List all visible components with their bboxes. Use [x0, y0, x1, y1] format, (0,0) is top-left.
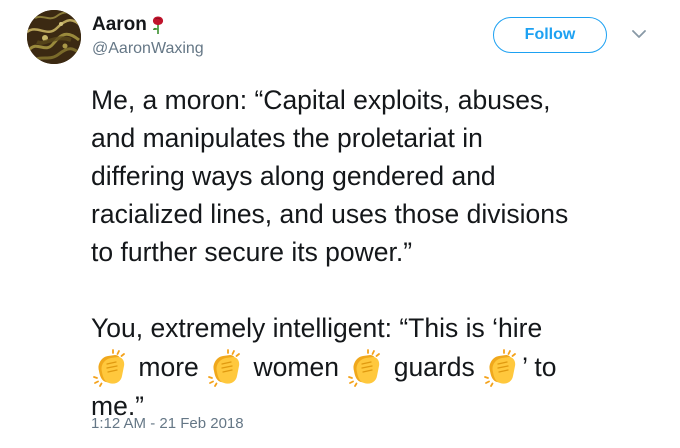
tweet-card: Aaron @AaronWaxing Follow Me, a moron: “…: [0, 0, 680, 448]
tweet-line: racialized lines, and uses those divisio…: [91, 199, 569, 229]
clapping-hands-icon: [348, 349, 381, 387]
tweet-word: guards: [393, 352, 475, 382]
paragraph-break: [91, 271, 671, 309]
follow-button[interactable]: Follow: [493, 17, 607, 53]
avatar-image: [27, 10, 81, 64]
user-handle[interactable]: @AaronWaxing: [92, 39, 204, 59]
tweet-word: women: [253, 352, 339, 382]
chevron-down-icon[interactable]: [631, 28, 647, 40]
tweet-word: ’ to: [522, 352, 557, 382]
tweet-line: You, extremely intelligent: “This is ‘hi…: [91, 313, 543, 343]
tweet-line: to further secure its power.”: [91, 237, 413, 267]
clapping-hands-icon: [93, 349, 125, 387]
clapping-hands-icon: [484, 349, 517, 387]
user-name-text: Aaron: [92, 14, 147, 35]
rose-icon: [152, 16, 163, 34]
tweet-text: Me, a moron: “Capital exploits, abuses, …: [91, 81, 671, 425]
tweet-line: and manipulates the proletariat in: [91, 123, 483, 153]
timestamp[interactable]: 1:12 AM - 21 Feb 2018: [91, 414, 244, 434]
tweet-line: Me, a moron: “Capital exploits, abuses,: [91, 85, 551, 115]
clapping-hands-icon: [208, 349, 241, 387]
tweet-line-emoji: more women guards ’ to: [91, 347, 671, 387]
tweet-line: differing ways along gendered and: [91, 161, 496, 191]
avatar[interactable]: [27, 10, 81, 64]
tweet-word: more: [138, 352, 199, 382]
user-name[interactable]: Aaron: [92, 14, 165, 36]
